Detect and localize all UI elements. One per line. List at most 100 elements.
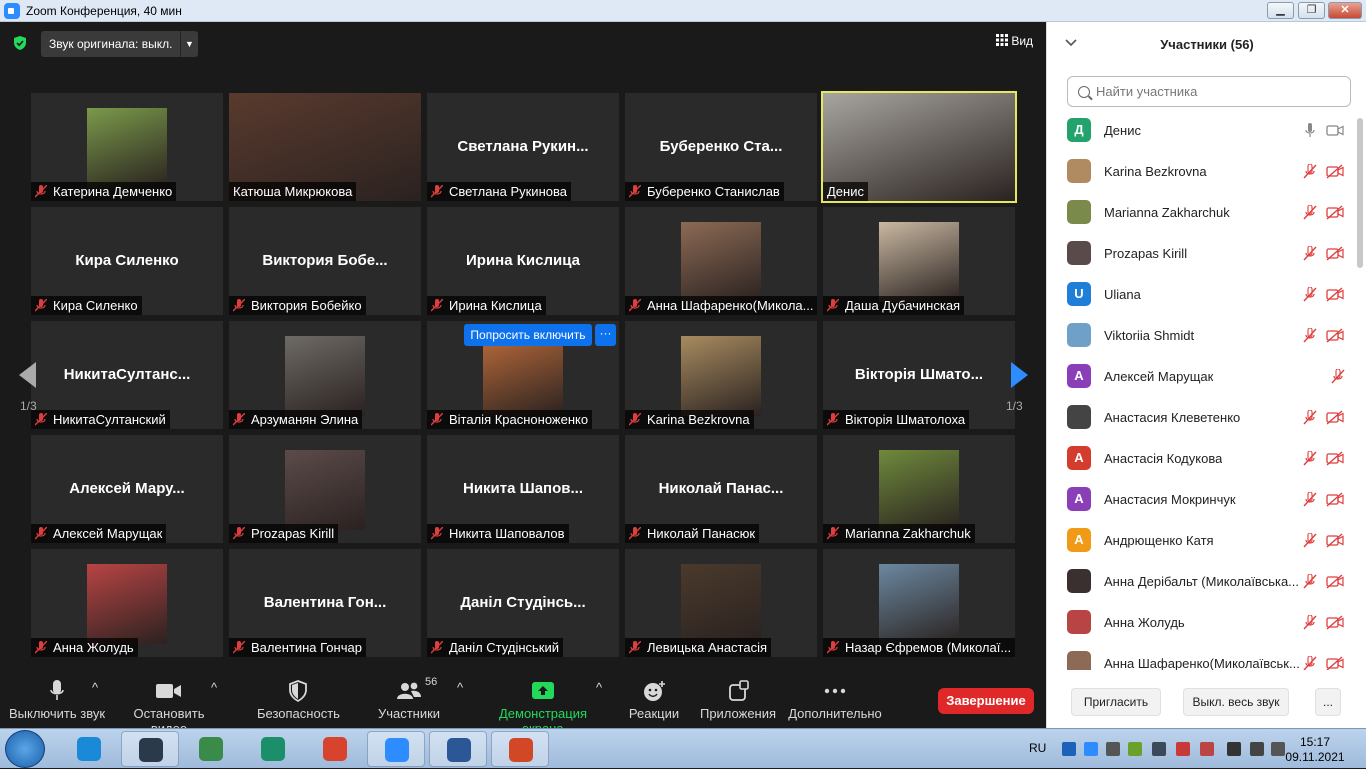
end-meeting-button[interactable]: Завершение	[938, 688, 1034, 714]
muted-mic-icon[interactable]	[1303, 614, 1317, 630]
microphone-icon[interactable]	[1303, 123, 1317, 138]
ask-to-unmute-button[interactable]: Попросить включить	[464, 324, 592, 346]
video-tile[interactable]: Даніл Студінсь... Даніл Студінський	[427, 549, 619, 657]
video-off-icon[interactable]	[1326, 656, 1344, 670]
taskbar-app-chrome[interactable]	[306, 731, 364, 767]
video-off-icon[interactable]	[1326, 287, 1344, 302]
tile-more-options-button[interactable]: ···	[595, 324, 616, 346]
apps-button[interactable]: Приложения	[698, 680, 778, 721]
participant-row[interactable]: А Андрющенко Катя	[1047, 520, 1357, 561]
panel-more-button[interactable]: ...	[1315, 688, 1341, 716]
participants-scrollbar[interactable]	[1357, 118, 1363, 268]
mute-all-button[interactable]: Выкл. весь звук	[1183, 688, 1289, 716]
nvidia-icon[interactable]	[1128, 742, 1142, 756]
muted-mic-icon[interactable]	[1303, 286, 1317, 302]
participant-row[interactable]: А Алексей Марущак	[1047, 356, 1357, 397]
video-off-icon[interactable]	[1326, 164, 1344, 179]
video-tile[interactable]: Анна Шафаренко(Микола...	[625, 207, 817, 315]
participant-row[interactable]: А Анастасія Кодукова	[1047, 438, 1357, 479]
video-off-icon[interactable]	[1326, 574, 1344, 589]
taskbar-app-zoom[interactable]	[367, 731, 425, 767]
video-tile[interactable]: Ирина Кислица Ирина Кислица	[427, 207, 619, 315]
participant-row[interactable]: Prozapas Kirill	[1047, 233, 1357, 274]
zoom-tray-icon[interactable]	[1084, 742, 1098, 756]
video-tile[interactable]: Левицька Анастасія	[625, 549, 817, 657]
video-tile[interactable]: Денис	[821, 91, 1017, 203]
video-tile[interactable]: Никита Шапов... Никита Шаповалов	[427, 435, 619, 543]
reactions-button[interactable]: Реакции	[626, 680, 682, 721]
muted-mic-icon[interactable]	[1303, 450, 1317, 466]
video-off-icon[interactable]	[1326, 615, 1344, 630]
participant-row[interactable]: Karina Bezkrovna	[1047, 151, 1357, 192]
video-off-icon[interactable]	[1326, 205, 1344, 220]
video-tile[interactable]: Вікторія Шмато... Вікторія Шматолоха	[823, 321, 1015, 429]
taskbar-clock[interactable]: 15:17 09.11.2021	[1285, 735, 1345, 765]
muted-mic-icon[interactable]	[1303, 204, 1317, 220]
participant-row[interactable]: Анастасия Клеветенко	[1047, 397, 1357, 438]
video-tile[interactable]: Буберенко Ста... Буберенко Станислав	[625, 93, 817, 201]
security-tray-icon[interactable]	[1200, 742, 1214, 756]
muted-mic-icon[interactable]	[1303, 163, 1317, 179]
video-off-icon[interactable]	[1326, 451, 1344, 466]
video-tile[interactable]: Marianna Zakharchuk	[823, 435, 1015, 543]
muted-mic-icon[interactable]	[1303, 327, 1317, 343]
taskbar-app-word[interactable]	[429, 731, 487, 767]
video-tile[interactable]: Валентина Гон... Валентина Гончар	[229, 549, 421, 657]
video-tile[interactable]: Катюша Микрюкова	[229, 93, 421, 201]
bluetooth-icon[interactable]	[1062, 742, 1076, 756]
minimize-button[interactable]: ▁	[1267, 2, 1294, 19]
video-off-icon[interactable]	[1326, 246, 1344, 261]
participant-row[interactable]: Viktoriia Shmidt	[1047, 315, 1357, 356]
network-warning-icon[interactable]	[1176, 742, 1190, 756]
taskbar-app-media-player[interactable]	[182, 731, 240, 767]
participant-row[interactable]: Анна Дерібальт (Миколаївська...	[1047, 561, 1357, 602]
video-tile[interactable]: Арзуманян Элина	[229, 321, 421, 429]
video-camera-icon[interactable]	[1326, 123, 1344, 138]
video-off-icon[interactable]	[1326, 328, 1344, 343]
invite-button[interactable]: Пригласить	[1071, 688, 1161, 716]
video-tile[interactable]: Николай Панас... Николай Панасюк	[625, 435, 817, 543]
participant-row[interactable]: Анна Жолудь	[1047, 602, 1357, 643]
volume-icon[interactable]	[1271, 742, 1285, 756]
taskbar-app-edge[interactable]	[244, 731, 302, 767]
participant-row[interactable]: U Uliana	[1047, 274, 1357, 315]
taskbar-app-ie[interactable]	[60, 731, 118, 767]
search-participant-input[interactable]: Найти участника	[1067, 76, 1351, 107]
next-page-arrow-icon[interactable]	[1011, 362, 1028, 388]
security-button[interactable]: Безопасность	[257, 680, 340, 721]
video-tile[interactable]: Анна Жолудь	[31, 549, 223, 657]
language-indicator[interactable]: RU	[1029, 741, 1046, 755]
share-options-caret-icon[interactable]: ^	[596, 680, 602, 695]
signal-strength-icon[interactable]	[1227, 742, 1241, 756]
participant-row[interactable]: Анна Шафаренко(Миколаївськ...	[1047, 643, 1357, 670]
previous-page-arrow-icon[interactable]	[19, 362, 36, 388]
tray-app-icon[interactable]	[1106, 742, 1120, 756]
participants-options-caret-icon[interactable]: ^	[457, 680, 463, 695]
video-tile[interactable]: Кира Силенко Кира Силенко	[31, 207, 223, 315]
taskbar-app-scanner[interactable]	[121, 731, 179, 767]
muted-mic-icon[interactable]	[1303, 245, 1317, 261]
video-options-caret-icon[interactable]: ^	[211, 680, 217, 695]
video-tile[interactable]: Назар Єфремов (Миколаї...	[823, 549, 1015, 657]
participant-row[interactable]: Marianna Zakharchuk	[1047, 192, 1357, 233]
muted-mic-icon[interactable]	[1303, 573, 1317, 589]
maximize-button[interactable]: ❐	[1298, 2, 1325, 19]
video-off-icon[interactable]	[1326, 533, 1344, 548]
muted-mic-icon[interactable]	[1331, 368, 1345, 384]
muted-mic-icon[interactable]	[1303, 491, 1317, 507]
taskbar-app-powerpoint[interactable]	[491, 731, 549, 767]
video-off-icon[interactable]	[1326, 410, 1344, 425]
audio-options-caret-icon[interactable]: ^	[92, 680, 98, 695]
display-icon[interactable]	[1152, 742, 1166, 756]
video-tile[interactable]: Катерина Демченко	[31, 93, 223, 201]
muted-mic-icon[interactable]	[1303, 532, 1317, 548]
video-tile[interactable]: Алексей Мару... Алексей Марущак	[31, 435, 223, 543]
video-tile[interactable]: Виктория Бобе... Виктория Бобейко	[229, 207, 421, 315]
video-tile[interactable]: НикитаСултанс... НикитаСултанский	[31, 321, 223, 429]
participant-row[interactable]: А Анастасия Мокринчук	[1047, 479, 1357, 520]
video-tile[interactable]: Светлана Рукин... Светлана Рукинова	[427, 93, 619, 201]
more-button[interactable]: Дополнительно	[788, 680, 882, 721]
participant-row[interactable]: Д Денис	[1047, 110, 1357, 151]
video-tile[interactable]: Prozapas Kirill	[229, 435, 421, 543]
video-tile[interactable]: Karina Bezkrovna	[625, 321, 817, 429]
